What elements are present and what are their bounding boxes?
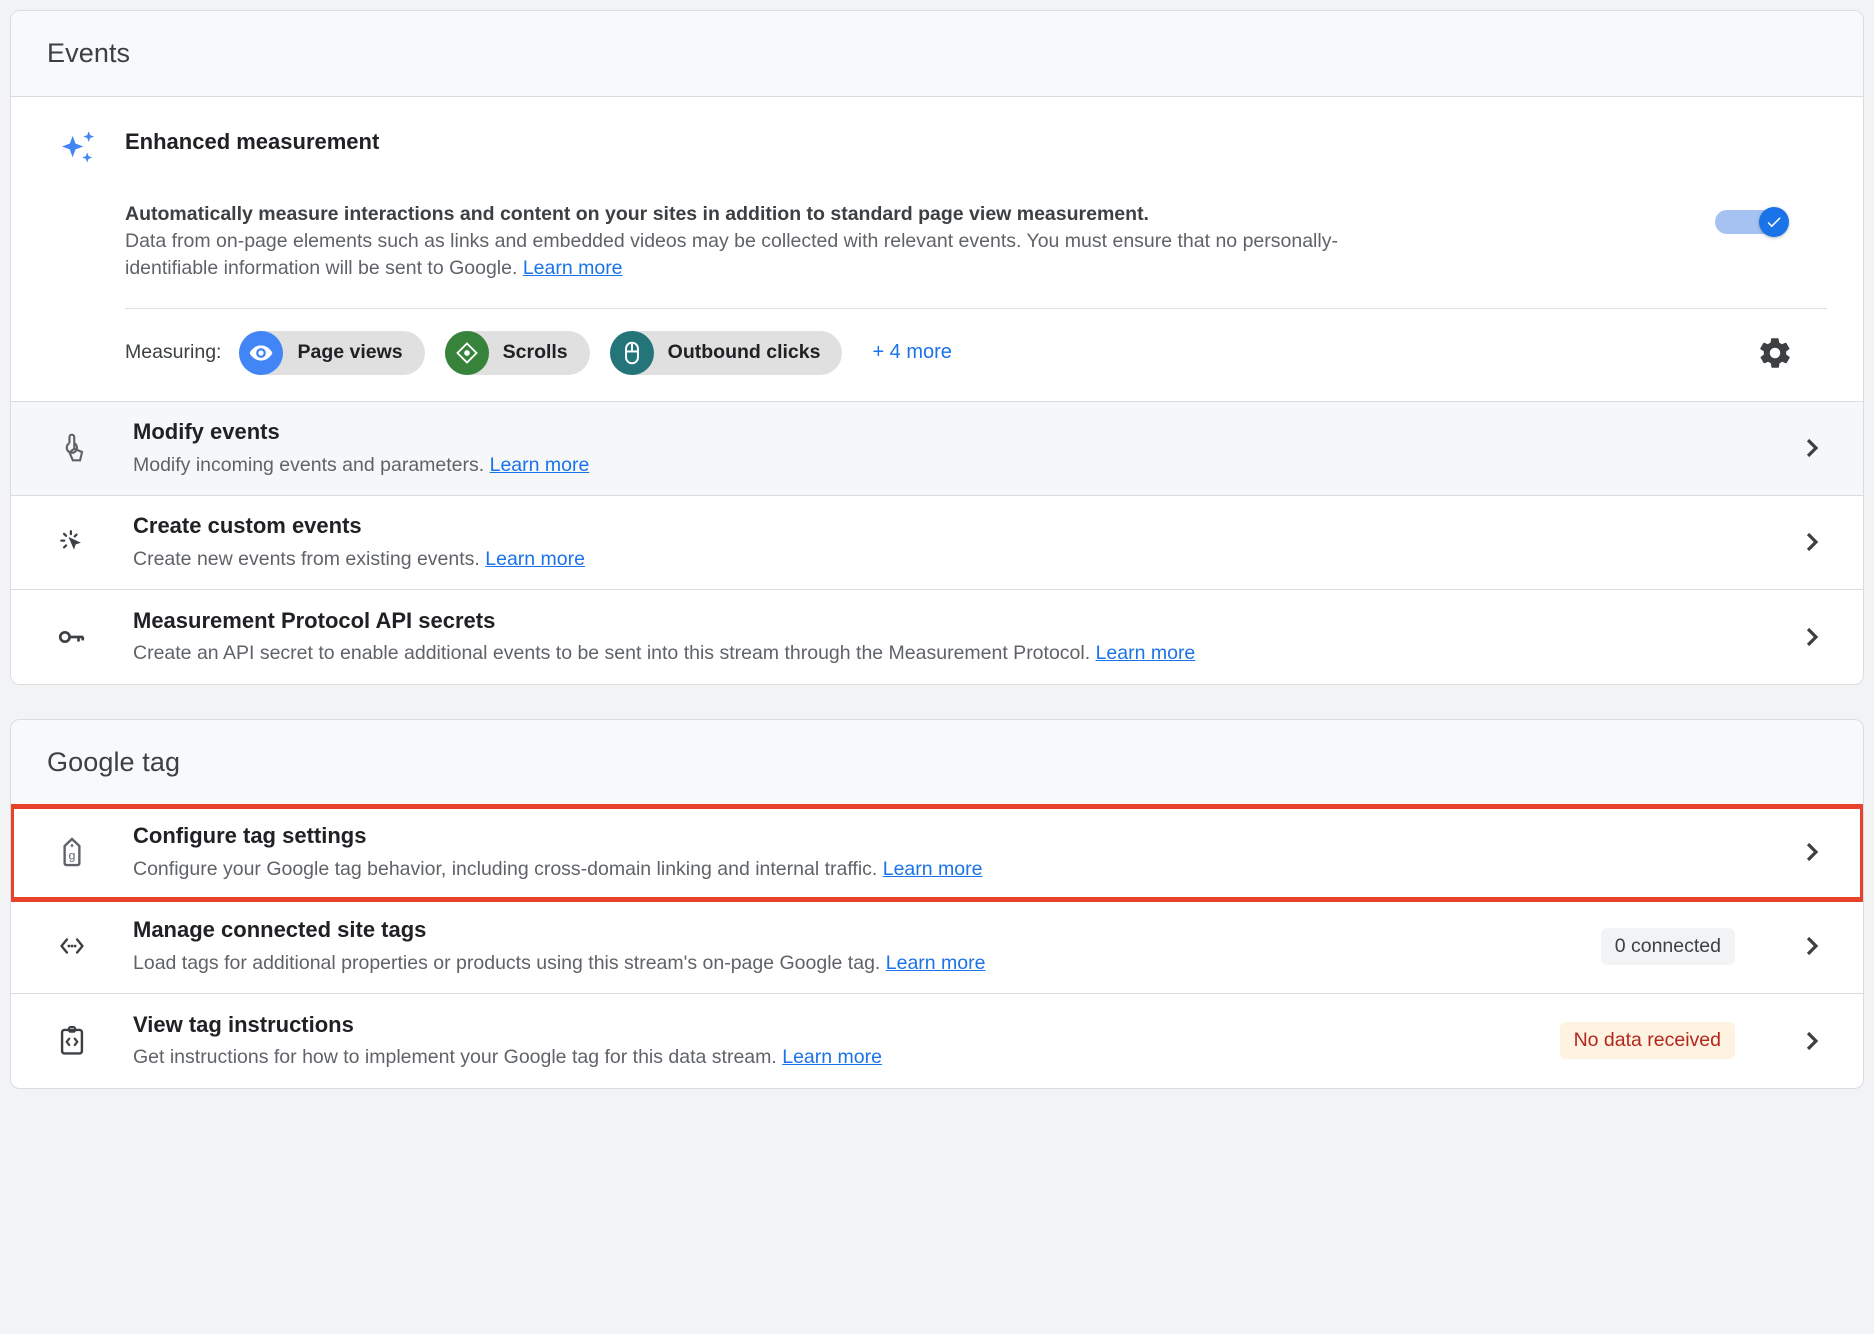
chip-label: Page views <box>297 341 403 364</box>
google-tag-card: Google tag g Configure tag settings Conf… <box>10 718 1864 1089</box>
tap-hand-icon <box>11 427 89 469</box>
events-card-header: Events <box>11 11 1863 97</box>
learn-more-link[interactable]: Learn more <box>490 454 590 476</box>
click-cursor-icon <box>11 521 89 563</box>
subtitle-text: Modify incoming events and parameters. <box>133 453 490 476</box>
row-subtitle: Create an API secret to enable additiona… <box>133 640 1743 666</box>
subtitle-text: Create an API secret to enable additiona… <box>133 642 1096 665</box>
code-dots-icon <box>11 925 89 967</box>
enhanced-measurement-title: Enhanced measurement <box>125 129 380 154</box>
page-title: Events <box>47 38 131 68</box>
subtitle-text: Get instructions for how to implement yo… <box>133 1046 783 1069</box>
row-manage-connected-site-tags[interactable]: Manage connected site tags Load tags for… <box>11 899 1863 994</box>
row-title: Measurement Protocol API secrets <box>133 607 496 633</box>
chevron-right-icon[interactable] <box>1763 929 1863 963</box>
status-badge: 0 connected <box>1600 927 1735 965</box>
subtitle-text: Load tags for additional properties or p… <box>133 951 886 974</box>
chevron-right-icon[interactable] <box>1763 1024 1863 1058</box>
status-badge: No data received <box>1559 1022 1735 1060</box>
scroll-diamond-icon <box>444 330 489 375</box>
mouse-icon <box>609 330 654 375</box>
google-tag-card-header: Google tag <box>11 719 1863 806</box>
events-card: Events Enhanced measurement Automaticall… <box>10 10 1864 685</box>
settings-page: Events Enhanced measurement Automaticall… <box>0 0 1874 1334</box>
sparkle-icon <box>47 125 125 173</box>
row-title: Modify events <box>133 419 280 445</box>
check-icon <box>1767 217 1781 228</box>
section-title: Google tag <box>47 746 181 777</box>
row-subtitle: Create new events from existing events. … <box>133 546 1743 572</box>
more-measurements-link[interactable]: + 4 more <box>872 341 951 364</box>
enhanced-measurement-description: Data from on-page elements such as links… <box>125 228 1355 282</box>
learn-more-link[interactable]: Learn more <box>1096 642 1196 664</box>
learn-more-link[interactable]: Learn more <box>886 952 986 974</box>
chip-page-views[interactable]: Page views <box>239 330 425 375</box>
toggle-knob <box>1759 207 1789 237</box>
chevron-right-icon[interactable] <box>1763 620 1863 654</box>
row-subtitle: Configure your Google tag behavior, incl… <box>133 856 1743 882</box>
measuring-row: Measuring: Page views Scrolls Outbound c… <box>47 309 1827 401</box>
row-subtitle: Load tags for additional properties or p… <box>133 950 1581 976</box>
chip-label: Outbound clicks <box>667 341 821 364</box>
row-title: View tag instructions <box>133 1011 354 1037</box>
enhanced-measurement-lead: Automatically measure interactions and c… <box>125 203 1149 225</box>
enhanced-measurement-toggle[interactable] <box>1715 207 1789 237</box>
chip-label: Scrolls <box>502 341 568 364</box>
chevron-right-icon[interactable] <box>1763 835 1863 869</box>
row-title: Manage connected site tags <box>133 917 427 943</box>
clipboard-code-icon <box>11 1021 89 1061</box>
eye-icon <box>239 330 284 375</box>
row-configure-tag-settings[interactable]: g Configure tag settings Configure your … <box>11 803 1863 902</box>
row-title: Create custom events <box>133 513 362 539</box>
row-create-custom-events[interactable]: Create custom events Create new events f… <box>11 495 1863 590</box>
google-tag-icon: g <box>11 832 89 872</box>
row-view-tag-instructions[interactable]: View tag instructions Get instructions f… <box>11 993 1863 1088</box>
learn-more-link[interactable]: Learn more <box>485 548 585 570</box>
row-subtitle: Modify incoming events and parameters. L… <box>133 452 1743 478</box>
description-text: Data from on-page elements such as links… <box>125 229 1338 279</box>
row-title: Configure tag settings <box>133 823 367 849</box>
chip-outbound-clicks[interactable]: Outbound clicks <box>609 330 843 375</box>
subtitle-text: Create new events from existing events. <box>133 547 486 570</box>
chip-scrolls[interactable]: Scrolls <box>444 330 590 375</box>
key-icon <box>11 616 89 658</box>
subtitle-text: Configure your Google tag behavior, incl… <box>133 857 883 880</box>
measuring-label: Measuring: <box>125 341 222 364</box>
chevron-right-icon[interactable] <box>1763 431 1863 465</box>
learn-more-link[interactable]: Learn more <box>883 858 983 880</box>
svg-text:g: g <box>69 849 76 863</box>
enhanced-measurement-settings-button[interactable] <box>1757 335 1827 371</box>
gear-icon <box>1757 335 1793 371</box>
row-subtitle: Get instructions for how to implement yo… <box>133 1044 1540 1070</box>
chevron-right-icon[interactable] <box>1763 525 1863 559</box>
learn-more-link[interactable]: Learn more <box>523 257 623 279</box>
row-modify-events[interactable]: Modify events Modify incoming events and… <box>11 401 1863 496</box>
row-measurement-protocol-api-secrets[interactable]: Measurement Protocol API secrets Create … <box>11 589 1863 684</box>
enhanced-measurement-copy: Automatically measure interactions and c… <box>47 201 1677 282</box>
enhanced-measurement-section: Enhanced measurement Automatically measu… <box>11 97 1863 402</box>
learn-more-link[interactable]: Learn more <box>782 1046 882 1068</box>
